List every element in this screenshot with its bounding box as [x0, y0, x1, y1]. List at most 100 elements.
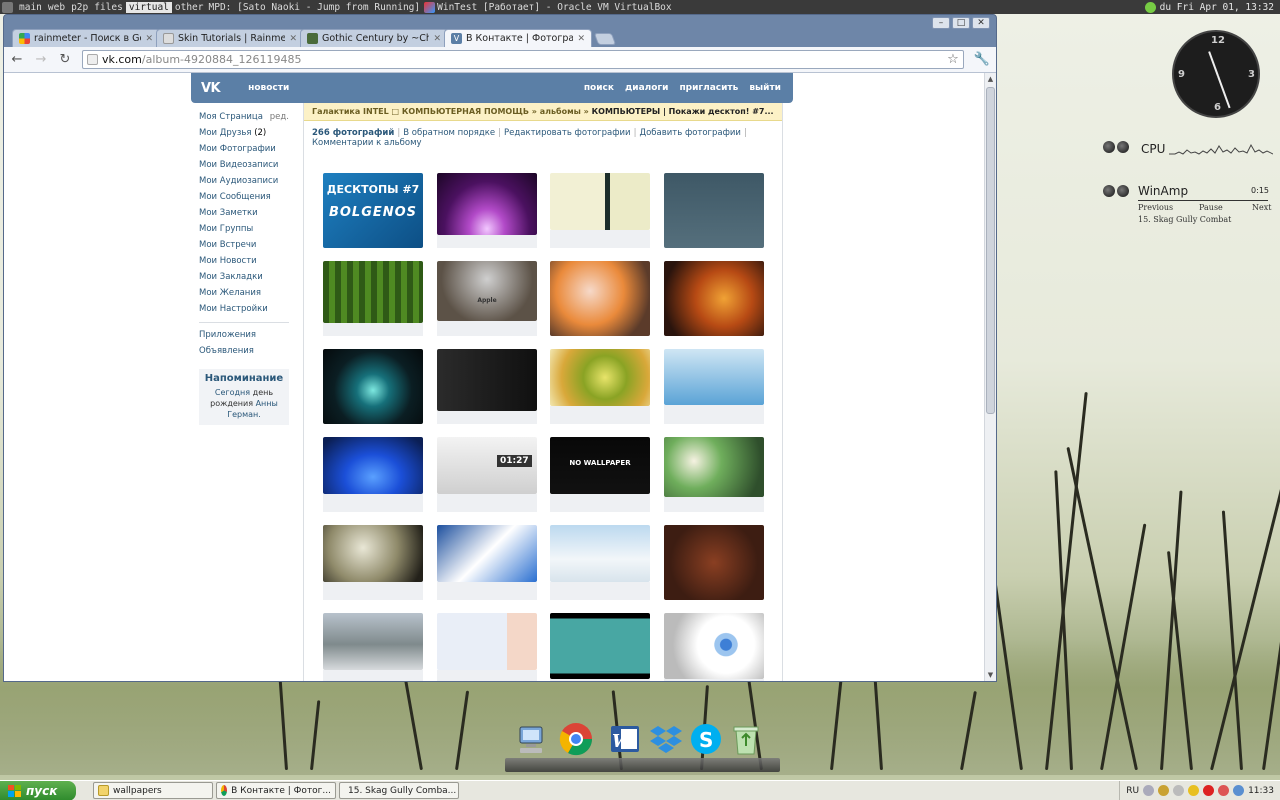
sidebar-item-3[interactable]: Мои Аудиозаписи	[199, 173, 289, 189]
chrome-icon[interactable]	[557, 720, 595, 758]
bookmark-star-icon[interactable]: ☆	[947, 52, 959, 67]
word-icon[interactable]: W	[606, 720, 644, 758]
scroll-down-icon[interactable]: ▼	[985, 669, 996, 681]
page-info-icon[interactable]	[87, 54, 98, 65]
workspace-other[interactable]: other	[172, 2, 207, 13]
panel-menu-icon[interactable]	[2, 1, 13, 13]
photo-thumbnail[interactable]: 01:27	[437, 437, 537, 512]
panel-window-virtualbox[interactable]: WinTest [Работает] - Oracle VM VirtualBo…	[422, 1, 674, 13]
new-tab-button[interactable]	[593, 33, 617, 45]
photo-thumbnail[interactable]	[664, 613, 764, 681]
sidebar-item-11[interactable]: Мои Настройки	[199, 301, 289, 317]
scrollbar-thumb[interactable]	[986, 87, 995, 414]
tab-google[interactable]: rainmeter - Поиск в Google ✕	[12, 29, 160, 47]
photo-thumbnail[interactable]	[323, 349, 423, 424]
sidebar-item-8[interactable]: Мои Новости	[199, 253, 289, 269]
breadcrumb-albums-link[interactable]: альбомы	[540, 107, 581, 116]
workspace-web[interactable]: web	[45, 2, 68, 13]
sidebar-item-my-page[interactable]: Моя Страница ред.	[199, 109, 289, 125]
recycle-bin-icon[interactable]	[727, 720, 765, 758]
sidebar-edit-link[interactable]: ред.	[270, 109, 289, 125]
photo-thumbnail[interactable]	[550, 173, 650, 248]
sidebar-item-ads[interactable]: Объявления	[199, 343, 289, 359]
vk-nav-search[interactable]: поиск	[584, 83, 614, 93]
add-photos-link[interactable]: Добавить фотографии	[639, 128, 741, 138]
winamp-pause-button[interactable]: Pause	[1199, 203, 1223, 212]
breadcrumb-group-link[interactable]: Галактика INTEL □ КОМПЬЮТЕРНАЯ ПОМОЩЬ	[312, 107, 529, 116]
workspace-main[interactable]: main	[16, 2, 45, 13]
photo-thumbnail[interactable]	[437, 613, 537, 681]
photo-thumbnail[interactable]	[323, 613, 423, 681]
tab-close-icon[interactable]: ✕	[433, 34, 441, 44]
sidebar-item-6[interactable]: Мои Группы	[199, 221, 289, 237]
edit-photos-link[interactable]: Редактировать фотографии	[504, 128, 631, 138]
vk-nav-logout[interactable]: выйти	[749, 83, 781, 93]
maximize-button[interactable]: □	[952, 17, 970, 29]
page-scrollbar[interactable]: ▲ ▼	[984, 73, 996, 681]
taskbar-button-wallpapers[interactable]: wallpapers	[93, 782, 213, 799]
network-icon[interactable]	[1233, 785, 1245, 796]
back-button[interactable]: ←	[10, 52, 24, 67]
shield-icon[interactable]	[1188, 785, 1200, 796]
reverse-order-link[interactable]: В обратном порядке	[403, 128, 495, 138]
photo-thumbnail[interactable]	[550, 613, 650, 681]
photo-thumbnail[interactable]: Apple	[437, 261, 537, 336]
vk-logo[interactable]: VK	[191, 81, 230, 96]
photo-thumbnail[interactable]	[323, 437, 423, 512]
wrench-menu-icon[interactable]: 🔧	[974, 52, 990, 67]
sidebar-item-0[interactable]: Мои Друзья (2)	[199, 125, 289, 141]
vk-news-link[interactable]: новости	[230, 83, 289, 93]
antivirus-icon[interactable]	[1203, 785, 1215, 796]
panel-window-mpd[interactable]: MPD: [Sato Naoki - Jump from Running]	[207, 2, 423, 13]
album-comments-link[interactable]: Комментарии к альбому	[312, 138, 422, 148]
photo-thumbnail[interactable]: NO WALLPAPER	[550, 437, 650, 512]
vk-nav-dialogs[interactable]: диалоги	[625, 83, 668, 93]
sidebar-item-4[interactable]: Мои Сообщения	[199, 189, 289, 205]
photo-thumbnail[interactable]	[437, 349, 537, 424]
workspace-virtual[interactable]: virtual	[125, 1, 172, 13]
photo-thumbnail[interactable]	[664, 525, 764, 600]
tab-deviantart[interactable]: Gothic Century by ~Chaebi69 ✕	[300, 29, 448, 47]
winamp-next-button[interactable]: Next	[1252, 203, 1271, 212]
tab-vk[interactable]: V В Контакте | Фотографии ✕	[444, 29, 592, 47]
minimize-button[interactable]: –	[932, 17, 950, 29]
tab-rainmeter[interactable]: Skin Tutorials | Rainmeter.net ✕	[156, 29, 304, 47]
tab-close-icon[interactable]: ✕	[289, 34, 297, 44]
photo-thumbnail[interactable]	[550, 349, 650, 424]
photo-thumbnail[interactable]	[664, 437, 764, 512]
start-button[interactable]: пуск	[0, 780, 76, 800]
forward-button[interactable]: →	[34, 52, 48, 67]
close-button[interactable]: ✕	[972, 17, 990, 29]
sidebar-item-apps[interactable]: Приложения	[199, 327, 289, 343]
sidebar-item-1[interactable]: Мои Фотографии	[199, 141, 289, 157]
scroll-up-icon[interactable]: ▲	[985, 73, 996, 85]
vk-nav-invite[interactable]: пригласить	[679, 83, 738, 93]
skype-icon[interactable]: S	[687, 720, 725, 758]
sidebar-item-7[interactable]: Мои Встречи	[199, 237, 289, 253]
reload-button[interactable]: ↻	[58, 52, 72, 67]
computer-icon[interactable]	[512, 720, 550, 758]
winamp-tray-icon[interactable]	[1158, 785, 1170, 796]
photo-thumbnail[interactable]: ДЕСКТОПЫ #7 BOLGENOS	[323, 173, 423, 248]
sidebar-item-2[interactable]: Мои Видеозаписи	[199, 157, 289, 173]
eject-icon[interactable]	[1173, 785, 1185, 796]
language-indicator[interactable]: RU	[1126, 786, 1139, 796]
reminder-today-link[interactable]: Сегодня	[215, 388, 250, 397]
sidebar-item-9[interactable]: Мои Закладки	[199, 269, 289, 285]
dropbox-icon[interactable]	[647, 720, 685, 758]
tab-close-icon[interactable]: ✕	[145, 34, 153, 44]
photo-thumbnail[interactable]	[323, 525, 423, 600]
taskbar-button-chrome[interactable]: В Контакте | Фотог...	[216, 782, 336, 799]
workspace-files[interactable]: files	[91, 2, 126, 13]
taskbar-button-winamp[interactable]: 15. Skag Gully Comba...	[339, 782, 459, 799]
photo-thumbnail[interactable]	[664, 173, 764, 248]
photo-thumbnail[interactable]	[437, 525, 537, 600]
address-bar[interactable]: vk.com/album-4920884_126119485 ☆	[82, 50, 964, 69]
back-arrow-icon[interactable]	[1143, 785, 1155, 796]
tab-close-icon[interactable]: ✕	[577, 34, 585, 44]
winamp-previous-button[interactable]: Previous	[1138, 203, 1173, 212]
photo-thumbnail[interactable]	[437, 173, 537, 248]
workspace-p2p[interactable]: p2p	[68, 2, 91, 13]
photo-thumbnail[interactable]	[550, 525, 650, 600]
sidebar-item-10[interactable]: Мои Желания	[199, 285, 289, 301]
